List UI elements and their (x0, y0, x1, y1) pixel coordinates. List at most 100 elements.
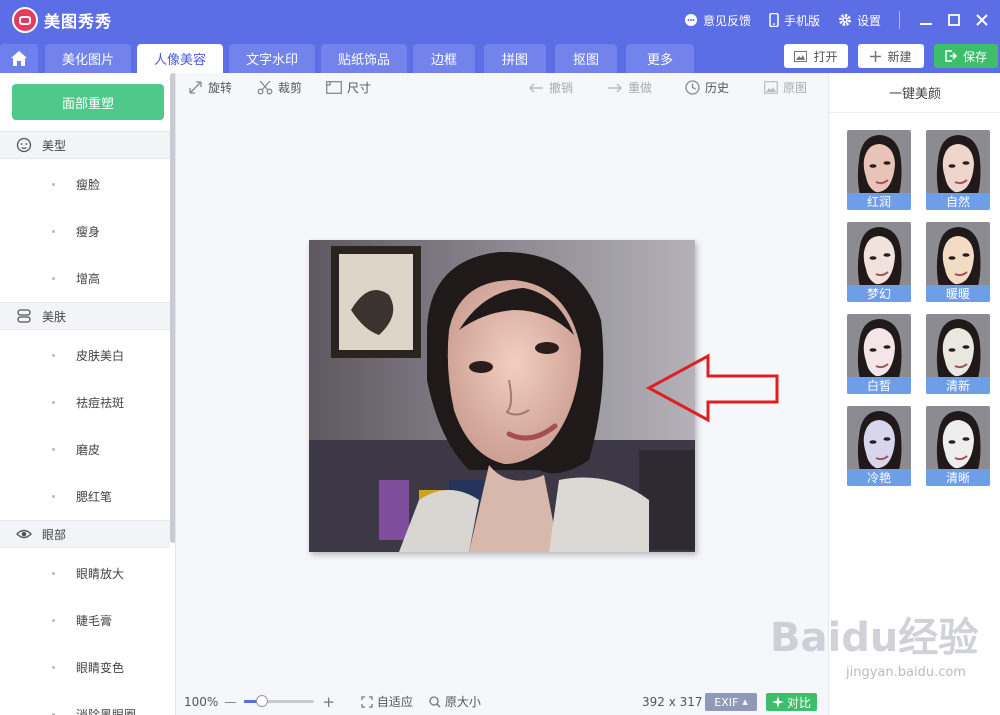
export-icon (945, 50, 957, 62)
section-shape[interactable]: 美型 (0, 131, 170, 159)
tool-slim-body[interactable]: 瘦身 (0, 208, 170, 254)
preset-thumbnail[interactable]: 红润 (847, 130, 911, 210)
crop-button[interactable]: 裁剪 (257, 79, 302, 96)
tab-portrait[interactable]: 人像美容 (137, 44, 223, 73)
tool-dark-circles[interactable]: 消除黑眼圈 (0, 691, 170, 715)
tool-blush[interactable]: 腮红笔 (0, 473, 170, 519)
size-button[interactable]: 尺寸 (326, 79, 371, 96)
preset-thumbnail[interactable]: 梦幻 (847, 222, 911, 302)
tab-cutout[interactable]: 抠图 (555, 44, 617, 73)
preset-label: 白皙 (847, 377, 911, 394)
app-title: 美图秀秀 (44, 12, 113, 31)
redo-button[interactable]: 重做 (607, 79, 652, 96)
tool-mascara[interactable]: 睫毛膏 (0, 597, 170, 643)
caret-up-icon: ▲ (742, 698, 748, 706)
minimize-icon (920, 23, 932, 25)
close-button[interactable] (968, 0, 996, 40)
portrait-photo (309, 240, 695, 552)
rotate-icon (189, 81, 202, 94)
skin-icon (17, 309, 31, 323)
home-icon (11, 51, 27, 66)
tool-label: 增高 (76, 271, 101, 286)
preset-label: 梦幻 (847, 285, 911, 302)
photo-preview[interactable] (309, 240, 695, 552)
clock-icon (685, 80, 700, 95)
original-button[interactable]: 原图 (764, 79, 807, 96)
tool-eye-enlarge[interactable]: 眼睛放大 (0, 550, 170, 596)
rotate-button[interactable]: 旋转 (188, 79, 232, 96)
preset-label: 冷艳 (847, 469, 911, 486)
preset-label: 清晰 (926, 469, 990, 486)
preset-thumbnail[interactable]: 白皙 (847, 314, 911, 394)
tool-acne-removal[interactable]: 祛痘祛斑 (0, 379, 170, 425)
section-shape-label: 美型 (42, 138, 67, 153)
zoom-slider-handle[interactable] (255, 695, 268, 707)
tab-text-watermark[interactable]: 文字水印 (229, 44, 315, 73)
maximize-button[interactable] (940, 0, 968, 40)
undo-button[interactable]: 撤销 (528, 79, 573, 96)
mobile-link[interactable]: 手机版 (769, 12, 820, 29)
magnifier-icon (429, 695, 441, 708)
exif-label: EXIF (714, 695, 739, 709)
fit-button[interactable]: 自适应 (361, 693, 413, 710)
preset-label: 清新 (926, 377, 990, 394)
tool-smoothing[interactable]: 磨皮 (0, 426, 170, 472)
image-dimensions: 392 x 317 (642, 695, 703, 709)
tool-label: 睫毛膏 (76, 613, 113, 628)
left-panel: 面部重塑 美型 瘦脸 瘦身 增高 美肤 皮肤美白 祛痘祛斑 磨皮 腮红笔 眼部 … (0, 73, 176, 715)
tool-height[interactable]: 增高 (0, 255, 170, 301)
face-reshape-button[interactable]: 面部重塑 (12, 84, 164, 120)
preset-thumbnail[interactable]: 暖暖 (926, 222, 990, 302)
preset-label: 红润 (847, 193, 911, 210)
tab-collage[interactable]: 拼图 (484, 44, 546, 73)
red-arrow-annotation (646, 353, 779, 423)
eye-icon (16, 529, 32, 539)
preset-thumbnail[interactable]: 清新 (926, 314, 990, 394)
zoom-in-button[interactable]: + (322, 693, 335, 711)
original-label: 原图 (783, 81, 808, 95)
tab-stickers[interactable]: 贴纸饰品 (321, 44, 407, 73)
feedback-link[interactable]: 意见反馈 (684, 12, 751, 29)
size-label: 尺寸 (347, 81, 372, 95)
compare-button[interactable]: 对比 (766, 693, 817, 711)
plus-icon (870, 50, 882, 62)
zoom-out-button[interactable]: — (224, 695, 236, 709)
settings-link[interactable]: 设置 (838, 12, 881, 29)
bottom-bar: 100% — + 自适应 原大小 392 x 317 EXIF ▲ 对比 (176, 688, 828, 715)
fit-label: 自适应 (376, 695, 413, 709)
tool-eye-color[interactable]: 眼睛变色 (0, 644, 170, 690)
section-eyes[interactable]: 眼部 (0, 520, 170, 548)
face-icon (16, 137, 32, 153)
arrow-left-icon (528, 82, 543, 93)
tabs-bar: 美化图片 人像美容 文字水印 贴纸饰品 边框 拼图 抠图 更多 打开 新建 保存 (0, 40, 1000, 73)
tab-beautify[interactable]: 美化图片 (45, 44, 131, 73)
zoom-slider[interactable] (244, 695, 315, 707)
section-eyes-label: 眼部 (42, 527, 67, 542)
image-icon (794, 50, 808, 62)
tab-more[interactable]: 更多 (626, 44, 694, 73)
baidu-watermark: Baidu经验 (770, 615, 979, 661)
canvas-area[interactable] (176, 103, 828, 688)
new-button[interactable]: 新建 (858, 44, 924, 68)
preset-thumbnail[interactable]: 冷艳 (847, 406, 911, 486)
section-skin-label: 美肤 (42, 309, 67, 324)
section-skin[interactable]: 美肤 (0, 302, 170, 330)
tool-label: 祛痘祛斑 (76, 395, 125, 410)
history-button[interactable]: 历史 (685, 79, 729, 96)
titlebar-divider (899, 11, 900, 29)
save-button[interactable]: 保存 (934, 44, 998, 68)
app-logo-icon (12, 7, 38, 33)
tool-slim-face[interactable]: 瘦脸 (0, 161, 170, 207)
preset-thumbnail[interactable]: 清晰 (926, 406, 990, 486)
open-button[interactable]: 打开 (784, 44, 848, 68)
tab-frames[interactable]: 边框 (413, 44, 475, 73)
minimize-button[interactable] (912, 0, 940, 40)
tool-whitening[interactable]: 皮肤美白 (0, 332, 170, 378)
preset-thumbnail[interactable]: 自然 (926, 130, 990, 210)
rotate-label: 旋转 (208, 81, 233, 95)
actual-size-button[interactable]: 原大小 (429, 693, 481, 710)
exif-button[interactable]: EXIF ▲ (705, 693, 757, 711)
home-button[interactable] (0, 44, 38, 73)
phone-icon (769, 13, 779, 27)
settings-label: 设置 (856, 13, 881, 28)
